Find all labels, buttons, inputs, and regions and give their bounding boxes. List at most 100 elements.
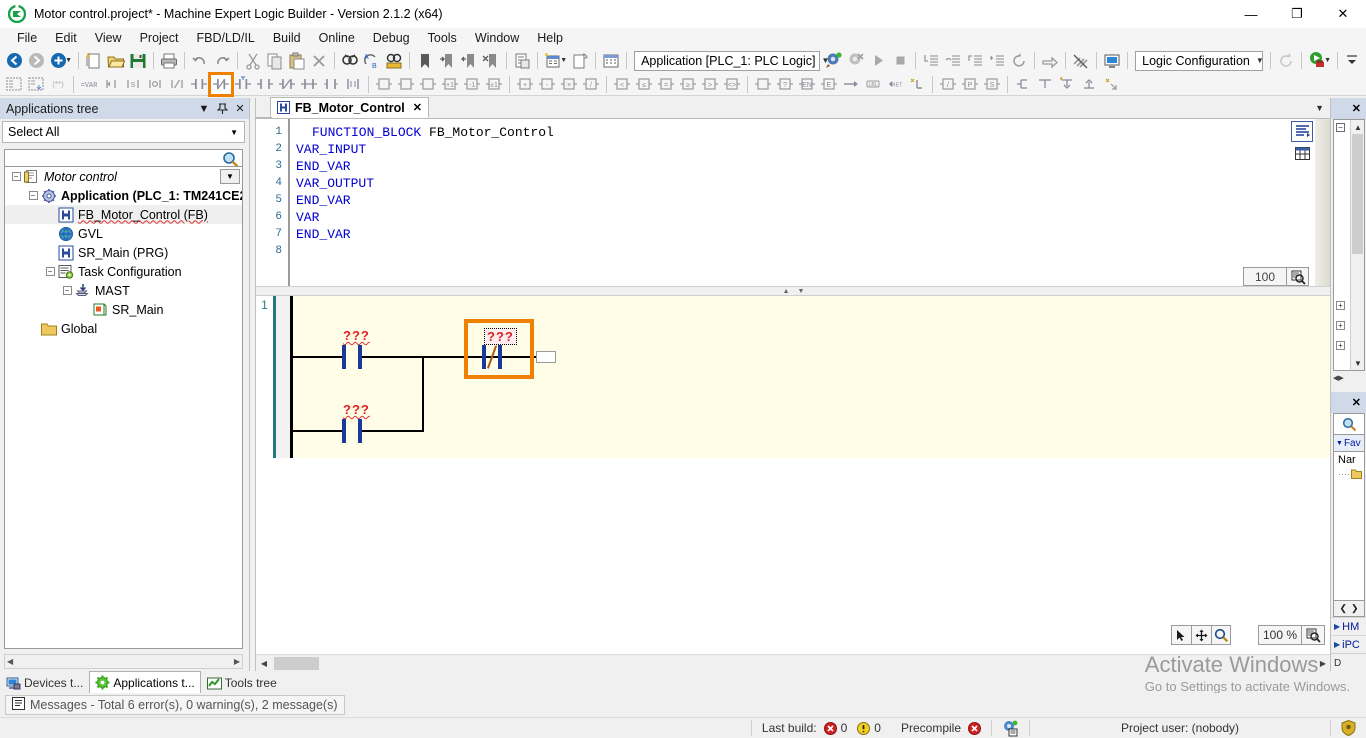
pager-next-icon[interactable]: ❯ [1351, 603, 1359, 614]
collapse-icon[interactable]: − [63, 286, 72, 295]
tree-item-fb-motor-control-fb[interactable]: FB_Motor_Control (FB) [5, 205, 242, 224]
insert-ge-icon[interactable]: ≥ [678, 75, 698, 94]
bookmark-icon[interactable] [415, 50, 435, 71]
insert-contact-negated-icon[interactable] [211, 75, 231, 94]
pin-icon[interactable] [213, 100, 231, 118]
ladder-editor[interactable]: 1 ??? [256, 296, 1331, 671]
code-line[interactable]: VAR_OUTPUT [296, 175, 554, 192]
insert-parallel-branch-icon[interactable] [1013, 75, 1033, 94]
menu-item-debug[interactable]: Debug [364, 29, 419, 47]
step-over-icon[interactable] [943, 50, 963, 71]
expand-right-icon[interactable]: ▶ [1334, 622, 1340, 631]
tree-item-gvl[interactable]: GVL [5, 224, 242, 243]
dock-tab-hint[interactable]: D [1331, 653, 1366, 673]
toggle-branch-icon[interactable] [1101, 75, 1121, 94]
insert-pm-icon[interactable]: ±1 [484, 75, 504, 94]
declaration-zoom-control[interactable]: 100 [1243, 267, 1309, 286]
device-grid-icon[interactable] [601, 50, 621, 71]
tree-item-task-configuration[interactable]: −Task Configuration [5, 262, 242, 281]
accordion-hm-section[interactable]: ▶ HM [1331, 617, 1366, 635]
chevron-down-icon[interactable]: ▼ [230, 128, 244, 137]
move-icon[interactable] [1191, 625, 1211, 645]
pager-prev-icon[interactable]: ❮ [1339, 603, 1347, 614]
insert-contact-icon[interactable] [189, 75, 209, 94]
insert-sub-icon[interactable]: - [537, 75, 557, 94]
menu-item-online[interactable]: Online [310, 29, 364, 47]
flow-control-icon[interactable] [1040, 50, 1060, 71]
code-text[interactable]: FUNCTION_BLOCK FB_Motor_ControlVAR_INPUT… [296, 124, 554, 260]
start-icon[interactable] [868, 50, 888, 71]
tree-horizontal-scrollbar[interactable]: ◀ ▶ [4, 654, 243, 669]
properties-icon[interactable] [512, 50, 532, 71]
find-in-files-icon[interactable] [384, 50, 404, 71]
stop-icon[interactable] [890, 50, 910, 71]
accordion-ipc-section[interactable]: ▶ iPC [1331, 635, 1366, 653]
toolbar-overflow-icon[interactable] [1342, 50, 1362, 71]
panel-tab-applications-t[interactable]: Applications t... [89, 671, 200, 693]
insert-le-icon[interactable]: ≤ [634, 75, 654, 94]
chevron-down-icon[interactable]: ▼ [1250, 56, 1270, 65]
scroll-thumb[interactable] [274, 657, 319, 670]
pointer-icon[interactable] [1171, 625, 1191, 645]
tab-strip-dropdown-icon[interactable]: ▼ [1315, 103, 1324, 113]
insert-contact-parallel-icon[interactable] [233, 75, 253, 94]
tree-item-sr-main-prg[interactable]: SR_Main (PRG) [5, 243, 242, 262]
right-panel-top-close-icon[interactable]: ✕ [1352, 102, 1361, 115]
insert-gt-icon[interactable]: > [700, 75, 720, 94]
menu-item-help[interactable]: Help [528, 29, 572, 47]
scroll-right-arrow-icon[interactable]: ▶ [1315, 659, 1331, 668]
menu-item-window[interactable]: Window [466, 29, 528, 47]
right-panel-top-hscroll[interactable]: ◀▶ [1331, 371, 1366, 385]
insert-decrement-icon[interactable]: -1 [462, 75, 482, 94]
ladder-zoom-icon[interactable] [1302, 625, 1325, 645]
declaration-zoom-value[interactable]: 100 [1243, 267, 1287, 286]
tree-item-application-plc-1-tm241ce24r[interactable]: −Application (PLC_1: TM241CE24R [5, 186, 242, 205]
find-icon[interactable] [340, 50, 360, 71]
tree-item-global[interactable]: Global [5, 319, 242, 338]
contact-2[interactable] [482, 345, 502, 369]
insert-func-en-icon[interactable]: EN [797, 75, 817, 94]
zoom-icon[interactable] [1211, 625, 1231, 645]
minimize-button[interactable]: — [1228, 0, 1274, 28]
tree-toggle[interactable]: − [9, 167, 23, 186]
breakpoint-disable-icon[interactable] [1071, 50, 1091, 71]
ladder-horizontal-scrollbar[interactable]: ◀ ▶ [256, 654, 1331, 671]
run-to-cursor-icon[interactable] [987, 50, 1007, 71]
contact-2-label[interactable]: ??? [484, 328, 517, 345]
scroll-right-arrow-icon[interactable]: ▶ [234, 657, 240, 666]
ladder-zoom-value[interactable]: 100 % [1258, 625, 1302, 645]
insert-label-icon[interactable]: LBL [863, 75, 883, 94]
reset-icon[interactable] [1009, 50, 1029, 71]
tree-toggle[interactable]: − [26, 186, 40, 205]
insert-branch-above-icon[interactable] [1035, 75, 1055, 94]
scroll-down-arrow-icon[interactable]: ▼ [1351, 356, 1365, 370]
right-panel-top-scrollbar[interactable]: ▲ ▼ [1350, 120, 1364, 370]
back-icon[interactable] [4, 50, 24, 71]
insert-coil-icon[interactable] [255, 75, 275, 94]
insert-network-s-icon[interactable]: S [123, 75, 143, 94]
contact-3[interactable] [342, 419, 362, 443]
new-project-icon[interactable] [84, 50, 104, 71]
scroll-up-arrow-icon[interactable]: ▲ [1351, 120, 1365, 134]
menu-item-view[interactable]: View [86, 29, 131, 47]
next-bookmark-icon[interactable] [437, 50, 457, 71]
config-selector[interactable]: Logic Configuration ▼ [1135, 51, 1263, 71]
insert-branch-up-icon[interactable] [1079, 75, 1099, 94]
collapse-icon[interactable]: − [46, 267, 55, 276]
insert-func-q-icon[interactable]: ? [775, 75, 795, 94]
insert-branch-parallel-icon[interactable] [343, 75, 363, 94]
menu-item-tools[interactable]: Tools [419, 29, 466, 47]
code-line[interactable]: FUNCTION_BLOCK FB_Motor_Control [296, 124, 554, 141]
tree-expand-toggle[interactable]: + [1336, 341, 1345, 350]
insert-ne-icon[interactable]: <> [722, 75, 742, 94]
tabular-view-icon[interactable] [1291, 144, 1313, 165]
tree-item-motor-control[interactable]: −Motor control [5, 167, 242, 186]
collapse-triangle-icon[interactable]: ▼ [1336, 440, 1343, 447]
ladder-zoom-control[interactable]: 100 % [1258, 625, 1325, 645]
application-selector[interactable]: Application [PLC_1: PLC Logic] ▼ [634, 51, 820, 71]
code-line[interactable]: END_VAR [296, 192, 554, 209]
insert-add-icon[interactable]: + [515, 75, 535, 94]
insert-branch-below-icon[interactable] [1057, 75, 1077, 94]
connection-status[interactable] [992, 718, 1029, 738]
insert-edge-s-icon[interactable]: S [982, 75, 1002, 94]
